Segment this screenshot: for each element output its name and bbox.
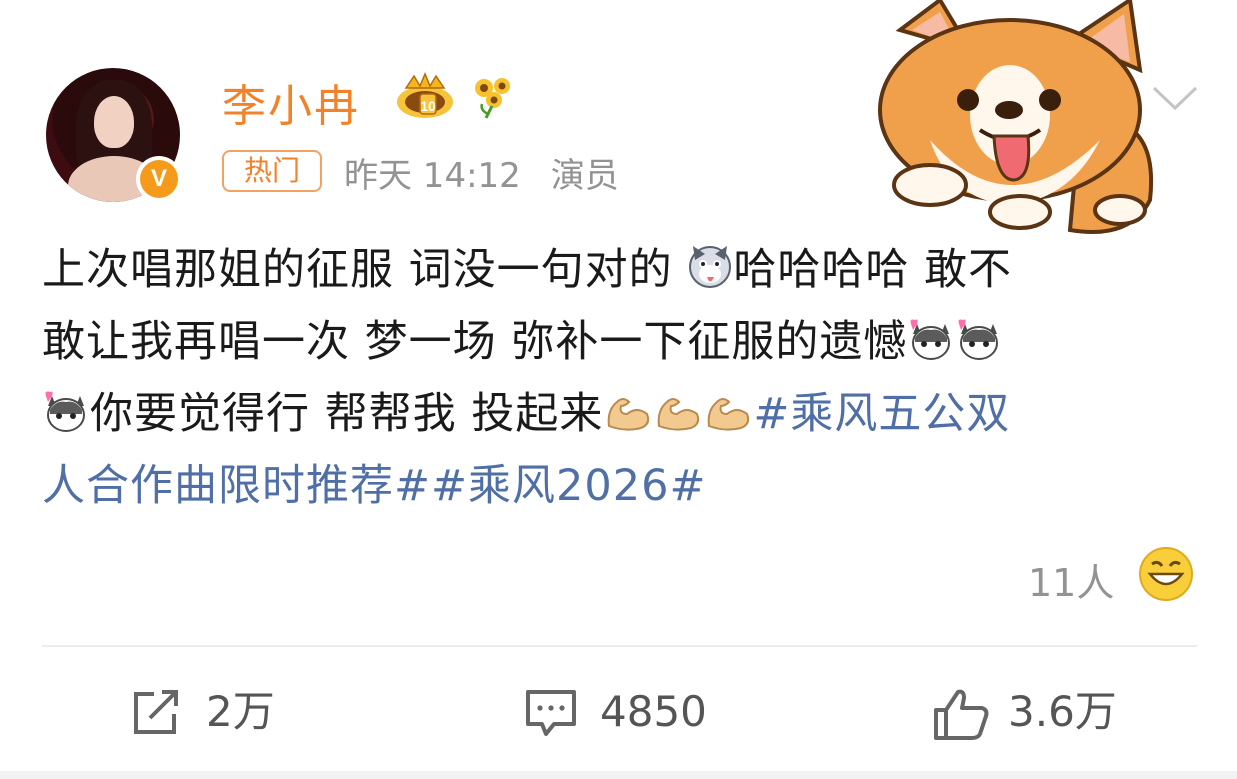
cat-heart-emoji-icon (45, 391, 85, 432)
content-line: 人合作曲限时推荐##乘风2026# (42, 450, 1207, 522)
cat-heart-emoji-icon (958, 319, 999, 360)
content-line: 你要觉得行 帮帮我 投起来 #乘风五公双 (42, 378, 1207, 450)
content-text: 你要觉得行 帮帮我 投起来 (90, 389, 604, 439)
thumbs-up-icon (934, 689, 989, 740)
post-content: 上次唱那姐的征服 词没一句对的 哈哈哈哈 敢不 敢让我再唱一次 梦一场 弥补一下… (42, 234, 1207, 522)
divider (42, 645, 1197, 647)
like-count: 3.6万 (1008, 687, 1117, 736)
repost-button[interactable]: 2万 (130, 682, 330, 742)
post-time: 昨天 14:12 (344, 156, 521, 196)
cat-heart-emoji-icon (910, 319, 951, 360)
flexed-biceps-emoji-icon (708, 398, 750, 431)
sunflower-icon[interactable] (470, 74, 516, 120)
content-text: 敢让我再唱一次 梦一场 弥补一下征服的遗憾 (42, 317, 908, 367)
topic-link[interactable]: 人合作曲限时推荐##乘风2026# (42, 461, 707, 511)
grin-emoji-icon[interactable] (1138, 546, 1194, 602)
svg-text:10: 10 (420, 98, 436, 114)
comment-button[interactable]: 4850 (524, 682, 744, 742)
repost-icon (134, 690, 178, 734)
bottom-separator (0, 771, 1237, 779)
verified-badge-label: V (140, 160, 178, 198)
repost-count: 2万 (206, 687, 275, 736)
content-line: 敢让我再唱一次 梦一场 弥补一下征服的遗憾 (42, 306, 1207, 378)
hot-tag: 热门 (222, 150, 322, 192)
crown-badge-icon[interactable]: 10 (394, 70, 456, 122)
content-text: 上次唱那姐的征服 词没一句对的 (42, 245, 673, 295)
post-meta: 昨天 14:12 演员 (344, 148, 649, 197)
author-occupation: 演员 (550, 156, 619, 196)
content-text: 哈哈哈哈 敢不 (733, 245, 1013, 295)
husky-emoji-icon (689, 246, 732, 288)
comment-count: 4850 (600, 687, 707, 736)
flexed-biceps-emoji-icon (658, 398, 700, 431)
topic-link[interactable]: #乘风五公双 (753, 389, 1010, 439)
like-button[interactable]: 3.6万 (932, 682, 1152, 742)
author-name[interactable]: 李小冉 (222, 70, 360, 134)
verified-badge: V (136, 156, 182, 202)
corgi-sticker (878, 0, 1154, 234)
content-line: 上次唱那姐的征服 词没一句对的 哈哈哈哈 敢不 (42, 234, 1207, 306)
flexed-biceps-emoji-icon (608, 398, 650, 431)
comment-icon (526, 690, 576, 736)
reaction-count[interactable]: 11人 (1028, 552, 1114, 607)
post-card: V 李小冉 10 热门 昨天 14:12 演员 上次唱那姐的征服 词没一句对的 … (0, 0, 1237, 779)
avatar-face (94, 96, 134, 148)
